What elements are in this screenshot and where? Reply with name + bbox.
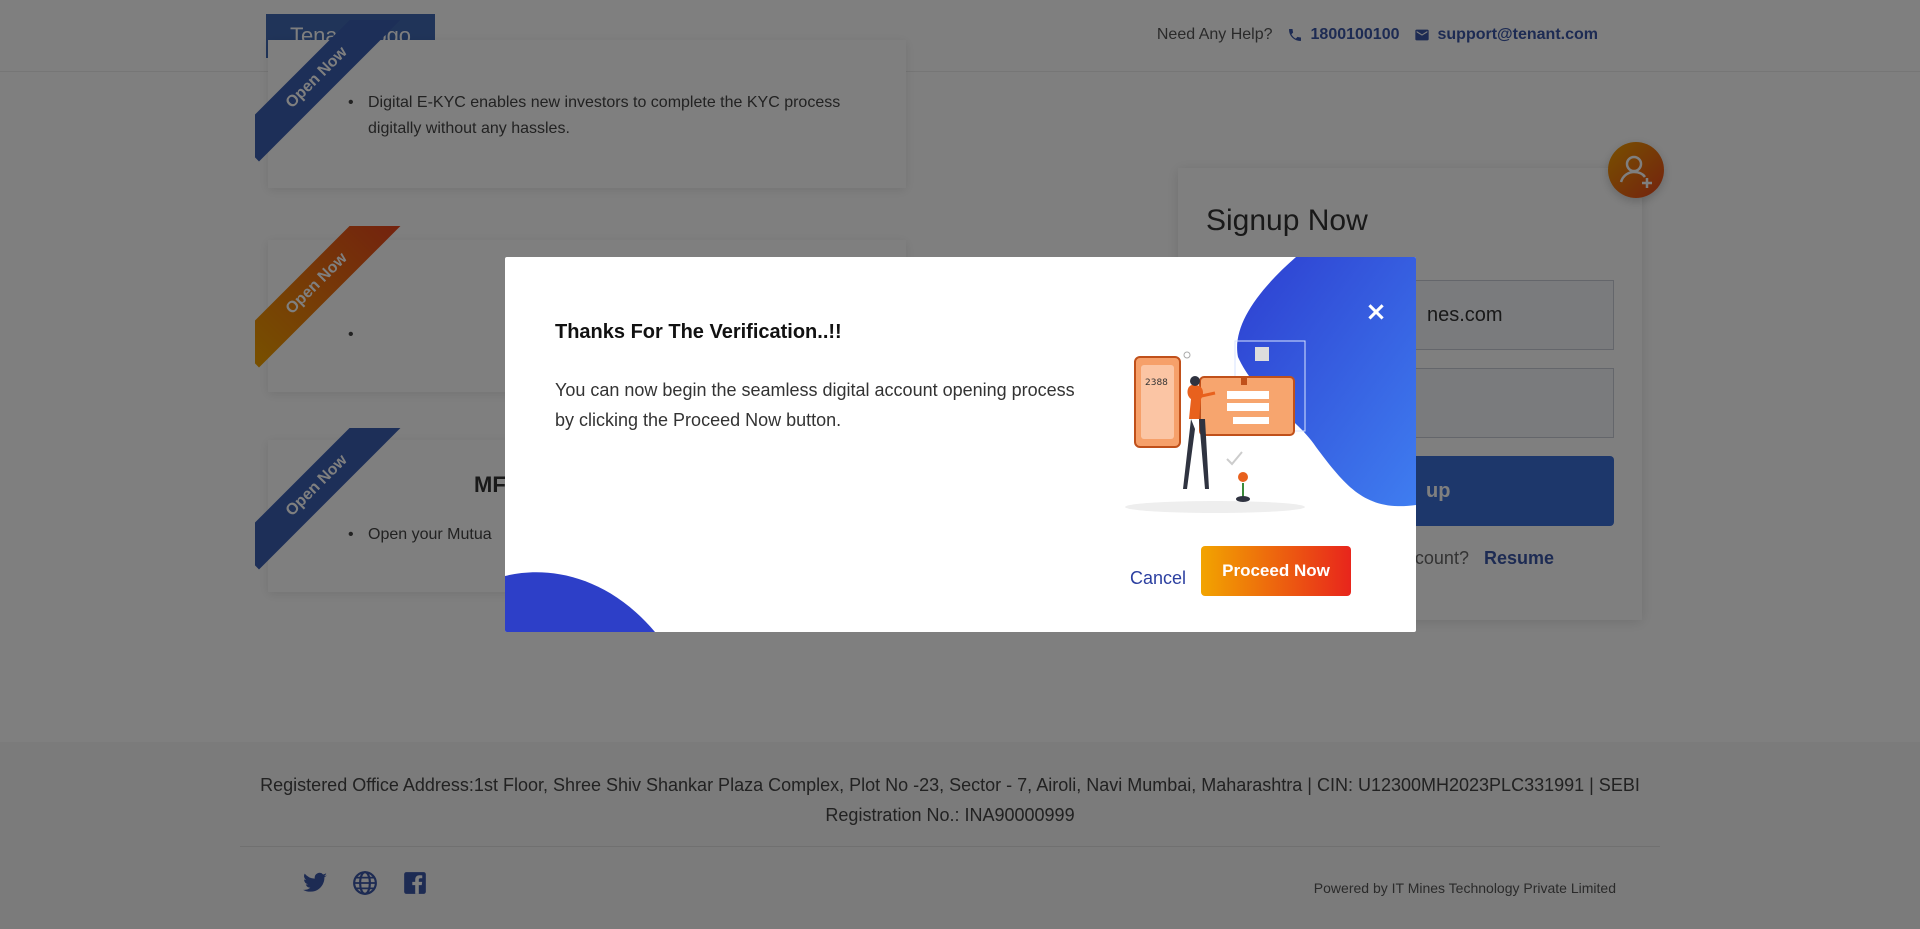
verification-modal: × Thanks For The Verification..!! You ca…	[505, 257, 1416, 632]
modal-title: Thanks For The Verification..!!	[555, 321, 842, 343]
illustration-code: 2388	[1145, 378, 1168, 388]
proceed-now-button[interactable]: Proceed Now	[1201, 546, 1351, 596]
modal-message: You can now begin the seamless digital a…	[555, 380, 1075, 430]
decorative-blob-bottom-left	[505, 572, 655, 632]
cancel-button[interactable]: Cancel	[1117, 560, 1199, 596]
close-icon[interactable]: ×	[1363, 299, 1389, 325]
verification-illustration: 2388	[1125, 340, 1306, 513]
